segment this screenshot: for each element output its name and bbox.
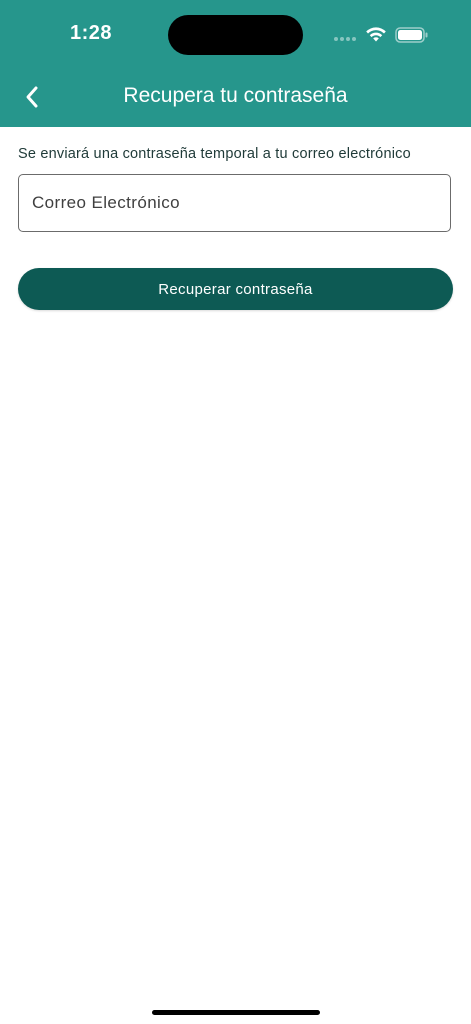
email-field[interactable] [18,174,451,232]
instructions-text: Se enviará una contraseña temporal a tu … [18,146,411,162]
email-input[interactable] [19,175,450,231]
battery-icon [395,27,428,43]
home-indicator [152,1010,320,1015]
cellular-signal-icon [334,37,356,41]
status-time: 1:28 [70,22,113,44]
recover-password-button[interactable]: Recuperar contraseña [18,268,453,310]
wifi-icon [366,27,386,42]
page-title: Recupera tu contraseña [123,84,348,107]
recover-password-screen: 1:28 Recupera tu contraseña Se enviará u… [0,0,471,1024]
dynamic-island [168,15,303,55]
top-bar: 1:28 Recupera tu contraseña [0,0,471,127]
